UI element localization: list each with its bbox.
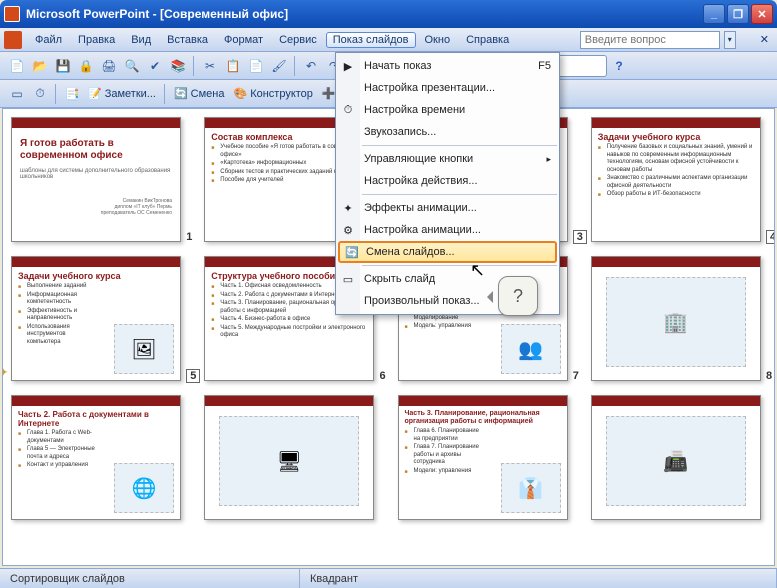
cursor-arrow-icon: ↖ [470,260,485,281]
clipart-icon: 🖼 [114,324,174,374]
menu-record-narration[interactable]: Звукозапись... [336,121,559,143]
slide-thumb-8[interactable]: 🏢 8 [591,256,766,381]
slide-number: 5 [186,369,200,383]
menu-start-show[interactable]: ▶ Начать показF5 [336,55,559,77]
menu-animation-schemes[interactable]: ✦ Эффекты анимации... [336,197,559,219]
design-button[interactable]: 🎨 Конструктор [229,87,316,100]
slide-number: 8 [762,369,775,383]
spell-icon[interactable]: ✔ [144,55,166,77]
research-icon[interactable]: 📚 [167,55,189,77]
slide-number: 3 [573,230,587,244]
slide-thumb-1[interactable]: Я готов работать в современном офисе шаб… [11,117,186,242]
clipart-icon: 👥 [501,324,561,374]
animation-icon: ✦ [340,200,356,216]
transition-icon: 🔄 [344,244,360,260]
doc-close-button[interactable]: ✕ [756,31,773,48]
close-button[interactable]: ✕ [751,4,773,24]
statusbar: Сортировщик слайдов Квадрант [0,568,777,588]
menu-insert[interactable]: Вставка [160,32,215,48]
slide-thumb-9[interactable]: Часть 2. Работа с документами в Интернет… [11,395,186,520]
clipart-icon: 🖥 [219,416,359,506]
menu-help[interactable]: Справка [459,32,516,48]
slide-number: 7 [569,369,583,383]
new-icon[interactable]: 📄 [6,55,28,77]
minimize-button[interactable]: _ [703,4,725,24]
rehearse-icon[interactable]: ⏱ [29,83,51,105]
format-painter-icon[interactable]: 🖌 [268,55,290,77]
print-icon[interactable]: 🖨 [98,55,120,77]
clipart-icon: 🌐 [114,463,174,513]
save-icon[interactable]: 💾 [52,55,74,77]
slide-number: 4 [766,230,775,244]
custom-animation-icon: ⚙ [340,222,356,238]
clipart-icon: 👔 [501,463,561,513]
clipart-icon: 🏢 [606,277,746,367]
window-title: Microsoft PowerPoint - [Современный офис… [26,7,703,21]
animation-star-icon: ✦ [2,364,9,381]
menu-edit[interactable]: Правка [71,32,122,48]
slide-thumb-4[interactable]: Задачи учебного курса Получение базовых … [591,117,766,242]
menu-file[interactable]: Файл [28,32,69,48]
zoom-combo[interactable] [557,55,607,77]
menu-setup-show[interactable]: Настройка презентации... [336,77,559,99]
maximize-button[interactable]: ❐ [727,4,749,24]
play-icon: ▶ [340,58,356,74]
help-bubble: ? [498,276,538,316]
slide-thumb-12[interactable]: 📠 [591,395,766,520]
powerpoint-icon [4,31,22,49]
transition-button[interactable]: 🔄 Смена [170,87,229,100]
open-icon[interactable]: 📂 [29,55,51,77]
app-icon [4,6,20,22]
summary-icon[interactable]: 📑 [61,83,83,105]
menu-action-settings[interactable]: Настройка действия... [336,170,559,192]
hide-slide-icon[interactable]: ▭ [6,83,28,105]
cut-icon[interactable]: ✂ [199,55,221,77]
notes-button[interactable]: 📝 Заметки... [84,87,160,100]
menu-slide-transition[interactable]: 🔄 Смена слайдов... [338,241,557,263]
menu-action-buttons[interactable]: Управляющие кнопки▸ [336,148,559,170]
window-buttons: _ ❐ ✕ [703,4,773,24]
help-icon[interactable]: ? [608,55,630,77]
clipart-icon: 📠 [606,416,746,506]
menu-rehearse-timings[interactable]: ⏱ Настройка времени [336,99,559,121]
hide-icon: ▭ [340,271,356,287]
slide-thumb-5[interactable]: Задачи учебного курса Выполнение заданий… [11,256,186,381]
menu-window[interactable]: Окно [418,32,458,48]
copy-icon[interactable]: 📋 [222,55,244,77]
paste-icon[interactable]: 📄 [245,55,267,77]
slide-number: 6 [376,369,390,383]
ask-question-dropdown[interactable]: ▾ [724,31,736,49]
slide-thumb-11[interactable]: Часть 3. Планирование, рациональная орга… [398,395,573,520]
permission-icon[interactable]: 🔒 [75,55,97,77]
menu-tools[interactable]: Сервис [272,32,324,48]
undo-icon[interactable]: ↶ [300,55,322,77]
slide-number: 1 [182,230,196,244]
menu-view[interactable]: Вид [124,32,158,48]
titlebar: Microsoft PowerPoint - [Современный офис… [0,0,777,28]
menu-format[interactable]: Формат [217,32,270,48]
clock-icon: ⏱ [340,102,356,118]
slide-thumb-10[interactable]: 🖥 [204,395,379,520]
menubar: Файл Правка Вид Вставка Формат Сервис По… [0,28,777,52]
status-left: Сортировщик слайдов [0,569,300,588]
status-center: Квадрант [300,569,777,588]
menu-slideshow[interactable]: Показ слайдов [326,32,416,48]
menu-custom-animation[interactable]: ⚙ Настройка анимации... [336,219,559,241]
preview-icon[interactable]: 🔍 [121,55,143,77]
ask-question-input[interactable] [580,31,720,49]
